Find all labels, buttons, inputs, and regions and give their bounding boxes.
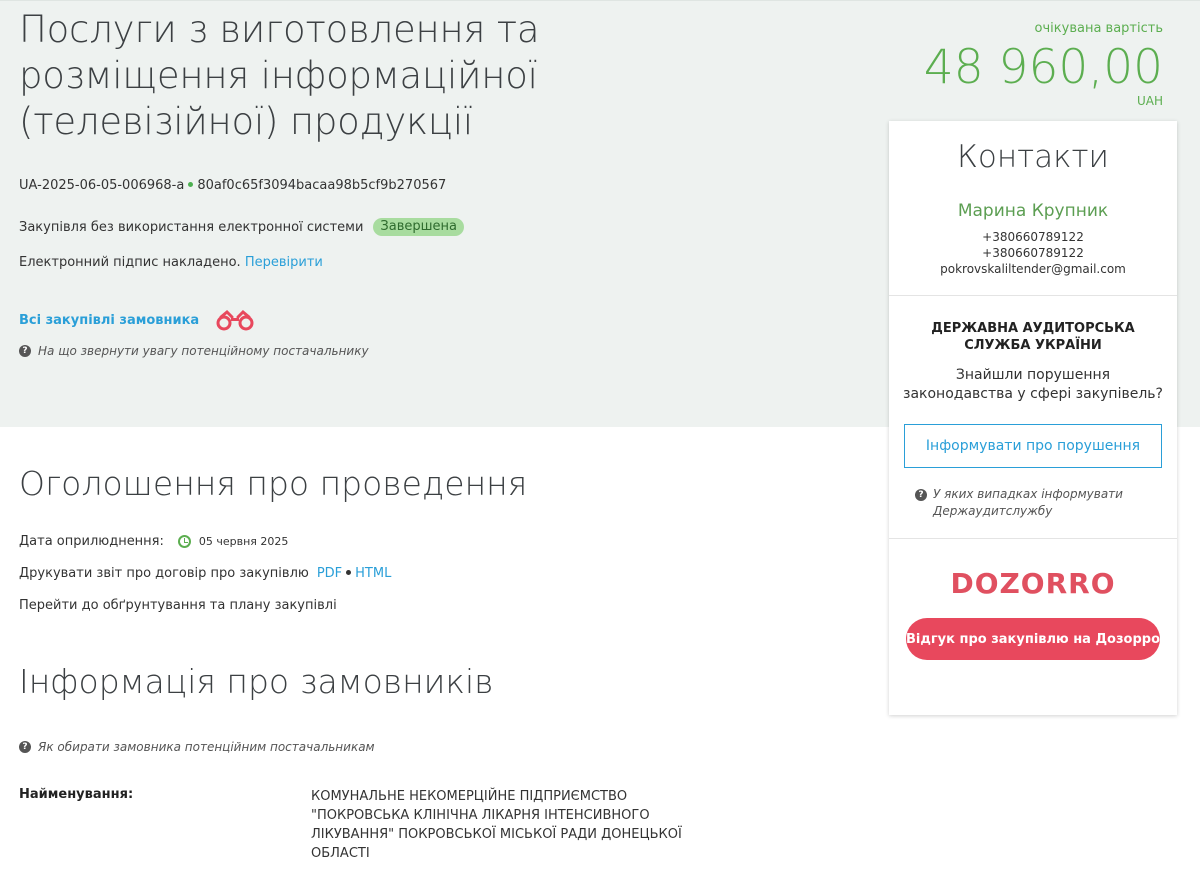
procedure-type: Закупівля без використання електронної с…	[19, 219, 364, 235]
dozorro-feedback-button[interactable]: Відгук про закупівлю на Дозорро	[906, 618, 1160, 660]
expected-value-currency: UAH	[1136, 94, 1163, 108]
publication-date: 05 червня 2025	[198, 535, 289, 548]
expected-value-label: очікувана вартість	[1034, 21, 1163, 36]
verify-signature-link[interactable]: Перевірити	[245, 255, 323, 270]
all-customer-purchases-link[interactable]: Всі закупівлі замовника	[19, 309, 257, 331]
plan-link[interactable]: Перейти до обґрунтування та плану закупі…	[19, 598, 337, 613]
clock-icon	[177, 535, 191, 548]
separator-dot	[188, 182, 194, 187]
customer-name: КОМУНАЛЬНЕ НЕКОМЕРЦІЙНЕ ПІДПРИЄМСТВО "ПО…	[311, 789, 682, 861]
supplier-hint[interactable]: ? На що звернути увагу потенційному пост…	[19, 344, 369, 358]
publication-date-line: Дата оприлюднення: 05 червня 2025	[19, 534, 288, 549]
audit-question: Знайшли порушення законодавства у сфері …	[903, 367, 1163, 402]
divider	[889, 538, 1177, 539]
tender-hash: 80af0c65f3094bacaa98b5cf9b270567	[197, 178, 447, 193]
contact-email: pokrovskaliltender@gmail.com	[940, 262, 1126, 276]
all-purchases-label: Всі закупівлі замовника	[19, 312, 200, 328]
print-report-label: Друкувати звіт про договір про закупівлю	[19, 566, 309, 581]
divider	[889, 295, 1177, 296]
procedure-line: Закупівля без використання електронної с…	[19, 218, 464, 236]
contact-name: Марина Крупник	[957, 201, 1109, 221]
signature-text: Електронний підпис накладено.	[19, 255, 241, 270]
binoculars-icon	[216, 309, 254, 331]
question-icon: ?	[915, 489, 927, 501]
announcement-title: Оголошення про проведення	[19, 464, 528, 503]
contact-phone: +380660789122	[982, 230, 1084, 244]
supplier-hint-text: На що звернути увагу потенційному постач…	[38, 344, 369, 358]
audit-hint-text: У яких випадках інформувати Держаудитслу…	[933, 487, 1123, 518]
question-icon: ?	[19, 741, 31, 753]
tender-id-line: UA-2025-06-05-006968-a 80af0c65f3094bacaa…	[19, 178, 446, 193]
pdf-link[interactable]: PDF	[317, 566, 342, 581]
signature-line: Електронний підпис накладено. Перевірити	[19, 255, 323, 270]
print-report-line: Друкувати звіт про договір про закупівлю…	[19, 566, 391, 581]
dozorro-logo: DOZORRO	[950, 567, 1116, 600]
expected-value-amount: 48 960,00	[923, 40, 1163, 95]
customer-hint[interactable]: ? Як обирати замовника потенційним поста…	[19, 740, 375, 754]
audit-service-title: ДЕРЖАВНА АУДИТОРСЬКА СЛУЖБА УКРАЇНИ	[931, 321, 1135, 353]
question-icon: ?	[19, 345, 31, 357]
separator-dot	[346, 570, 352, 575]
contacts-title: Контакти	[957, 139, 1109, 175]
tender-id: UA-2025-06-05-006968-a	[19, 178, 185, 193]
customer-hint-text: Як обирати замовника потенційним постача…	[38, 740, 375, 754]
html-link[interactable]: HTML	[355, 566, 391, 581]
status-badge: Завершена	[373, 218, 464, 236]
customers-title: Інформація про замовників	[19, 662, 494, 701]
page-title: Послуги з виготовлення та розміщення інф…	[19, 8, 540, 143]
sidebar-panel: Контакти Марина Крупник +380660789122 +3…	[889, 121, 1177, 715]
contact-phone-2: +380660789122	[982, 246, 1084, 260]
customer-name-label: Найменування:	[19, 787, 134, 802]
audit-hint[interactable]: ? У яких випадках інформувати Держаудитс…	[915, 486, 1177, 520]
report-violation-button[interactable]: Інформувати про порушення	[904, 424, 1162, 468]
publication-date-label: Дата оприлюднення:	[19, 534, 164, 549]
